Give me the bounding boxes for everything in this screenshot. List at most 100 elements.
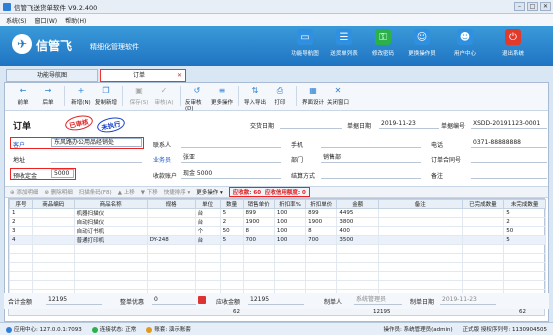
- table-cell[interactable]: [461, 235, 505, 245]
- contract-no-field[interactable]: [471, 154, 547, 163]
- column-header[interactable]: 商品编码: [31, 199, 75, 209]
- column-header[interactable]: 单位: [194, 199, 221, 209]
- table-cell[interactable]: 5: [503, 208, 546, 218]
- contact-field[interactable]: [181, 139, 281, 148]
- address-field[interactable]: [51, 154, 142, 163]
- table-cell[interactable]: 台: [194, 217, 221, 227]
- table-cell[interactable]: [461, 226, 505, 236]
- grid-more-button[interactable]: 更多操作 ▾: [196, 188, 223, 196]
- table-cell[interactable]: [146, 217, 196, 227]
- column-header[interactable]: 已完成数量: [461, 199, 505, 209]
- delivery-date-field[interactable]: [280, 120, 342, 129]
- table-cell[interactable]: [461, 208, 505, 218]
- toolbar-button-5[interactable]: ✓ 审核(A): [152, 83, 176, 109]
- table-cell[interactable]: 8: [305, 226, 338, 236]
- column-header[interactable]: 销售单价: [242, 199, 275, 209]
- toolbar-button-11[interactable]: ✕ 关闭窗口: [326, 83, 350, 109]
- table-cell[interactable]: 50: [503, 226, 546, 236]
- deposit-field[interactable]: 5000: [51, 169, 74, 178]
- banner-button-1[interactable]: ☰ 送货单列表: [322, 29, 366, 65]
- discount-calc-icon[interactable]: [198, 296, 206, 304]
- mobile-field[interactable]: [321, 139, 421, 148]
- table-cell[interactable]: 台: [194, 208, 221, 218]
- column-header[interactable]: 序号: [9, 199, 33, 209]
- toolbar-button-6[interactable]: ↺ 反审核(D): [185, 83, 209, 112]
- table-cell[interactable]: 5: [503, 235, 546, 245]
- settle-field[interactable]: [321, 170, 421, 179]
- toolbar-button-10[interactable]: ▦ 界面设计: [301, 83, 325, 109]
- banner-button-4[interactable]: ☻ 用户中心: [443, 29, 487, 65]
- table-cell[interactable]: 100: [273, 226, 307, 236]
- column-header[interactable]: 备注: [378, 199, 463, 209]
- toolbar-button-4[interactable]: ▣ 保存(S): [127, 83, 151, 109]
- table-cell[interactable]: 100: [273, 235, 307, 245]
- table-cell[interactable]: 台: [194, 235, 221, 245]
- table-cell[interactable]: [146, 208, 196, 218]
- quick-sort-button[interactable]: 快捷排序 ▾: [164, 188, 191, 196]
- table-cell[interactable]: 2: [503, 217, 546, 227]
- table-cell[interactable]: 100: [273, 208, 307, 218]
- table-cell[interactable]: [31, 208, 75, 218]
- table-row[interactable]: 3 自动订书机个 50 8 100 8 400 50: [9, 226, 546, 236]
- table-cell[interactable]: 5: [219, 235, 244, 245]
- table-cell[interactable]: 3800: [336, 217, 380, 227]
- table-cell[interactable]: 1900: [305, 217, 338, 227]
- column-header[interactable]: 金额: [336, 199, 380, 209]
- banner-button-5[interactable]: ⏻ 退出系统: [491, 29, 535, 65]
- table-cell[interactable]: DY-248: [146, 235, 196, 245]
- customer-field[interactable]: 东风路办公用品经销处: [51, 138, 142, 147]
- table-cell[interactable]: 自动订书机: [73, 226, 148, 236]
- column-header[interactable]: 商品名称: [73, 199, 148, 209]
- table-cell[interactable]: [31, 235, 75, 245]
- toolbar-button-1[interactable]: → 后单: [36, 83, 60, 109]
- table-cell[interactable]: 自动扫描仪: [73, 217, 148, 227]
- toolbar-button-0[interactable]: ← 前单: [11, 83, 35, 109]
- column-header[interactable]: 规格: [146, 199, 196, 209]
- column-header[interactable]: 折扣单价: [305, 199, 338, 209]
- toolbar-button-8[interactable]: ⇅ 导入导出: [243, 83, 267, 109]
- table-cell[interactable]: 8: [242, 226, 275, 236]
- table-cell[interactable]: 700: [305, 235, 338, 245]
- table-cell[interactable]: 4495: [336, 208, 380, 218]
- toolbar-button-3[interactable]: ❐ 复制新增: [94, 83, 118, 109]
- tab-close-icon[interactable]: ✕: [177, 70, 182, 81]
- table-cell[interactable]: 4: [9, 235, 33, 245]
- table-cell[interactable]: 100: [273, 217, 307, 227]
- salesman-field[interactable]: 张亚: [181, 154, 281, 163]
- table-cell[interactable]: [31, 226, 75, 236]
- discount-field[interactable]: 0: [152, 296, 196, 305]
- menu-window[interactable]: 窗口(W): [35, 16, 58, 25]
- account-field[interactable]: 现金 5000: [181, 170, 281, 179]
- scan-barcode-button[interactable]: 扫描条码(F8): [79, 188, 112, 196]
- column-header[interactable]: 未完成数量: [503, 199, 546, 209]
- banner-button-2[interactable]: ⚿ 修改密码: [361, 29, 405, 65]
- table-cell[interactable]: [378, 226, 463, 236]
- table-cell[interactable]: 1900: [242, 217, 275, 227]
- banner-button-0[interactable]: ▭ 功能导航图: [283, 29, 327, 65]
- delete-row-button[interactable]: ⊗ 删除明细: [44, 188, 72, 196]
- table-cell[interactable]: 700: [242, 235, 275, 245]
- tab-order[interactable]: 订单 ✕: [100, 69, 186, 82]
- table-cell[interactable]: 50: [219, 226, 244, 236]
- table-cell[interactable]: 个: [194, 226, 221, 236]
- table-cell[interactable]: 400: [336, 226, 380, 236]
- dept-field[interactable]: 销售部: [321, 154, 421, 163]
- table-cell[interactable]: [146, 226, 196, 236]
- table-cell[interactable]: [31, 217, 75, 227]
- table-cell[interactable]: 2: [9, 217, 33, 227]
- table-cell[interactable]: 899: [242, 208, 275, 218]
- banner-button-3[interactable]: ☺ 更换操作员: [400, 29, 444, 65]
- move-up-button[interactable]: ▲ 上移: [118, 188, 135, 196]
- table-cell[interactable]: [378, 208, 463, 218]
- table-cell[interactable]: 3500: [336, 235, 380, 245]
- doc-date-field[interactable]: 2019-11-23: [379, 120, 439, 129]
- menu-help[interactable]: 帮助(H): [65, 16, 86, 25]
- table-cell[interactable]: 机器扫描仪: [73, 208, 148, 218]
- table-row[interactable]: 4 普通打印机 DY-248 台 5 700 100 700 3500 5: [9, 235, 546, 245]
- toolbar-button-2[interactable]: + 新增(N): [69, 83, 93, 109]
- doc-no-field[interactable]: XSDD-20191123-0001: [471, 120, 547, 129]
- table-cell[interactable]: [461, 217, 505, 227]
- toolbar-button-9[interactable]: ⎙ 打印: [268, 83, 292, 109]
- table-cell[interactable]: [378, 217, 463, 227]
- close-window-button[interactable]: ✕: [540, 2, 551, 11]
